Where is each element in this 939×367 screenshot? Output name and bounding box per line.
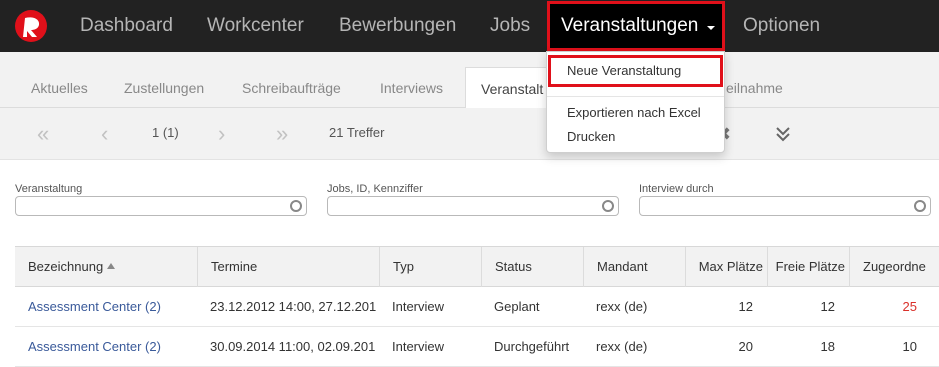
col-typ[interactable]: Typ <box>379 247 481 287</box>
nav-veranstaltungen-label: Veranstaltungen <box>561 15 699 36</box>
clear-icon[interactable] <box>914 200 926 212</box>
nav-bewerbungen[interactable]: Bewerbungen <box>339 0 456 52</box>
nav-workcenter[interactable]: Workcenter <box>207 0 304 52</box>
filter-jobs-label: Jobs, ID, Kennziffer <box>327 183 423 195</box>
tab-schreibauftraege[interactable]: Schreibaufträge <box>242 52 341 108</box>
cell-freie-plaetze: 12 <box>820 299 835 314</box>
cell-bezeichnung[interactable]: Assessment Center (2) <box>15 327 197 367</box>
cell-mandant: rexx (de) <box>596 339 648 354</box>
cell-zugeordnet: 25 <box>902 299 917 314</box>
pager-bar: « ‹ 1 (1) › » 21 Treffer ✖ <box>0 108 939 160</box>
col-status[interactable]: Status <box>481 247 583 287</box>
filter-jobs-input[interactable] <box>327 196 619 216</box>
tab-teilnahme[interactable]: eilnahme <box>726 52 783 108</box>
top-navbar: Dashboard Workcenter Bewerbungen Jobs Ve… <box>0 0 939 52</box>
col-bezeichnung-label: Bezeichnung <box>28 259 104 274</box>
menu-divider <box>547 96 724 97</box>
cell-termine: 23.12.2012 14:00, 27.12.201 <box>210 299 377 314</box>
nav-dashboard[interactable]: Dashboard <box>80 0 173 52</box>
tab-zustellungen[interactable]: Zustellungen <box>124 52 204 108</box>
menu-neue-veranstaltung[interactable]: Neue Veranstaltung <box>547 62 724 80</box>
table-header: Bezeichnung Termine Typ Status Mandant M… <box>15 246 939 287</box>
col-bezeichnung[interactable]: Bezeichnung <box>15 247 197 287</box>
nav-veranstaltungen[interactable]: Veranstaltungen <box>547 1 725 51</box>
cell-zugeordnet: 10 <box>902 339 917 354</box>
cell-max-plaetze: 12 <box>738 299 753 314</box>
hit-count: 21 Treffer <box>329 125 385 140</box>
sort-asc-icon <box>107 263 116 269</box>
clear-icon[interactable] <box>602 200 614 212</box>
nav-jobs[interactable]: Jobs <box>490 0 530 52</box>
col-mandant[interactable]: Mandant <box>583 247 685 287</box>
menu-export-excel[interactable]: Exportieren nach Excel <box>547 104 724 122</box>
cell-mandant: rexx (de) <box>596 299 648 314</box>
logo-icon[interactable] <box>15 10 47 42</box>
col-zugeordnet[interactable]: Zugeordne <box>849 247 939 287</box>
last-page-icon[interactable]: » <box>276 108 288 160</box>
col-termine[interactable]: Termine <box>197 247 379 287</box>
col-freie-plaetze[interactable]: Freie Plätze <box>767 247 849 287</box>
filter-veranstaltung-label: Veranstaltung <box>15 183 83 195</box>
filter-veranstaltung-input[interactable] <box>15 196 307 216</box>
page-indicator: 1 (1) <box>152 125 179 140</box>
menu-drucken[interactable]: Drucken <box>547 128 724 146</box>
cell-typ: Interview <box>392 339 445 354</box>
cell-status: Durchgeführt <box>494 339 570 354</box>
sub-tabs: Aktuelles Zustellungen Schreibaufträge I… <box>0 52 939 109</box>
event-link[interactable]: Assessment Center (2) <box>28 339 161 354</box>
veranstaltungen-dropdown: Neue Veranstaltung Exportieren nach Exce… <box>546 51 725 153</box>
nav-optionen[interactable]: Optionen <box>743 0 820 52</box>
tab-veranstaltungen-label: Veranstalt <box>481 81 544 97</box>
filter-interview-label: Interview durch <box>639 183 714 195</box>
prev-page-icon[interactable]: ‹ <box>101 108 108 160</box>
table-row[interactable]: Assessment Center (2) 30.09.2014 11:00, … <box>15 327 939 367</box>
next-page-icon[interactable]: › <box>218 108 225 160</box>
clear-icon[interactable] <box>290 200 302 212</box>
cell-termine: 30.09.2014 11:00, 02.09.201 <box>210 339 376 354</box>
caret-down-icon <box>707 26 715 30</box>
col-max-plaetze[interactable]: Max Plätze <box>685 247 767 287</box>
cell-freie-plaetze: 18 <box>820 339 835 354</box>
cell-typ: Interview <box>392 299 445 314</box>
event-link[interactable]: Assessment Center (2) <box>28 299 161 314</box>
cell-max-plaetze: 20 <box>738 339 753 354</box>
cell-bezeichnung[interactable]: Assessment Center (2) <box>15 287 197 327</box>
tab-aktuelles[interactable]: Aktuelles <box>31 52 88 108</box>
filter-interview-input[interactable] <box>639 196 931 216</box>
first-page-icon[interactable]: « <box>37 108 49 160</box>
expand-down-icon[interactable] <box>776 108 790 160</box>
table-row[interactable]: Assessment Center (2) 23.12.2012 14:00, … <box>15 287 939 327</box>
cell-status: Geplant <box>494 299 540 314</box>
tab-interviews[interactable]: Interviews <box>380 52 443 108</box>
